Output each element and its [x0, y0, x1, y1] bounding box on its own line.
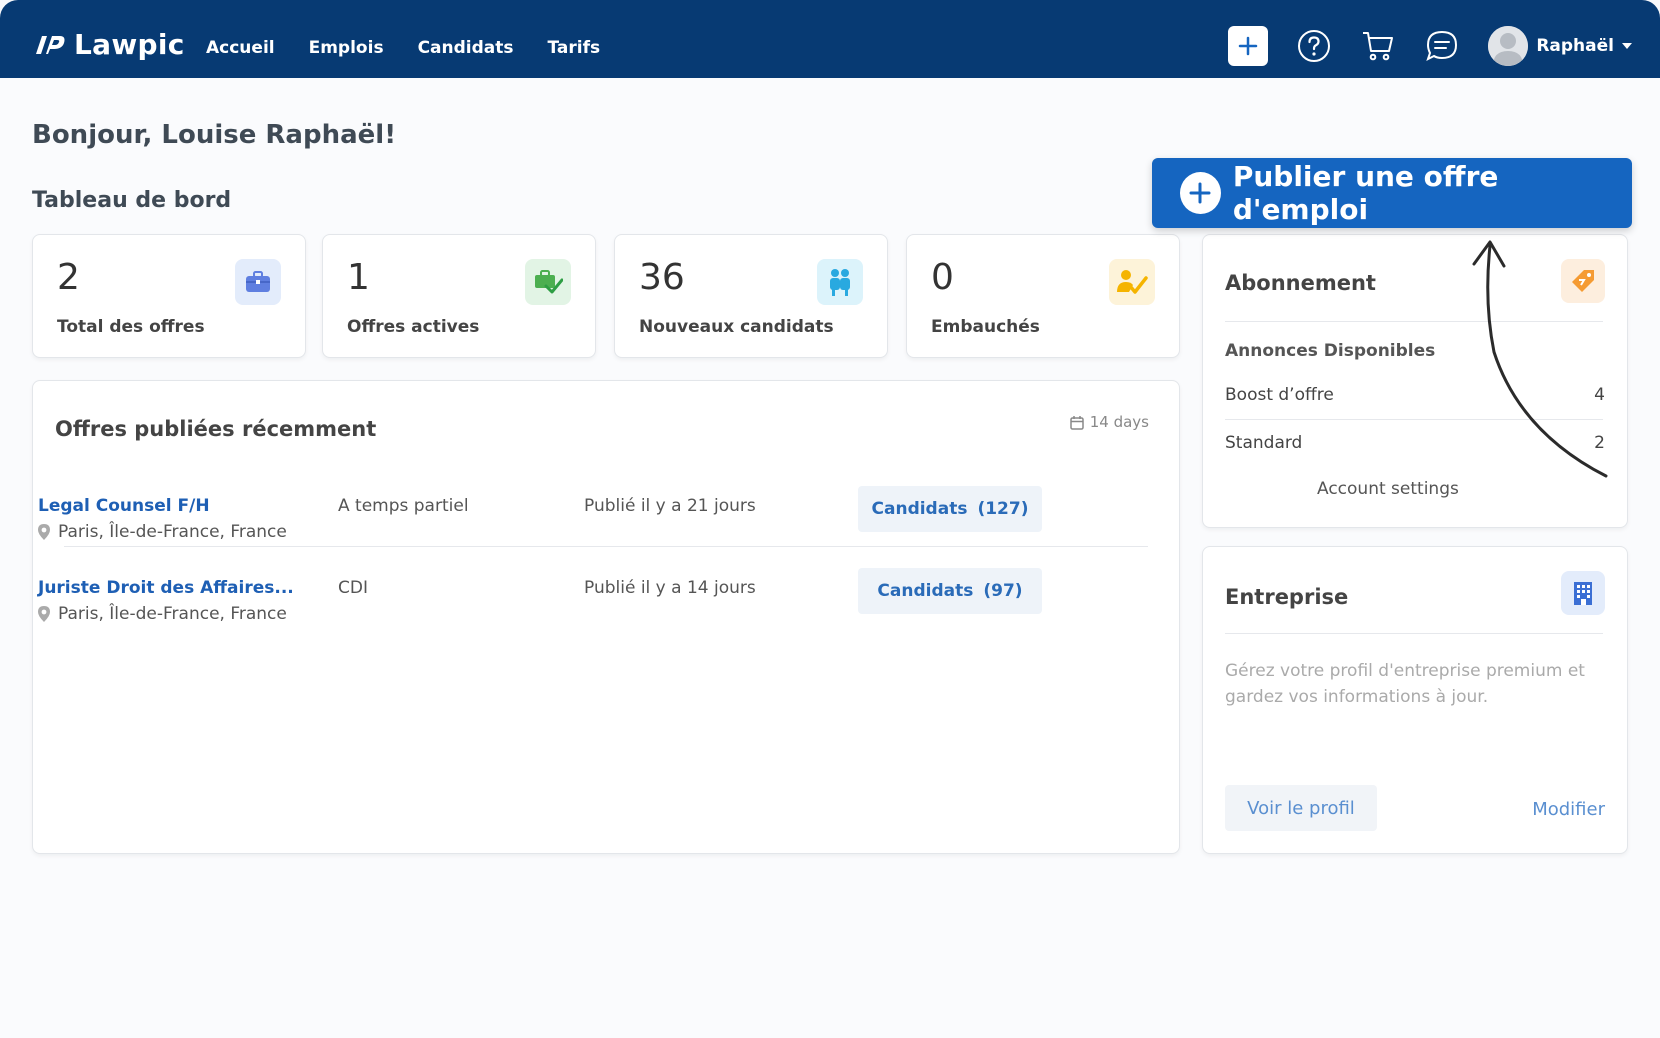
user-name: Raphaël: [1536, 36, 1614, 56]
job-location-text: Paris, Île-de-France, France: [58, 522, 287, 542]
job-title-link[interactable]: Legal Counsel F/H: [38, 496, 210, 516]
publish-job-button[interactable]: Publier une offre d'emploi: [1152, 158, 1632, 228]
period-label: 14 days: [1089, 413, 1149, 431]
company-title: Entreprise: [1225, 585, 1349, 609]
stat-card-active: 1 Offres actives: [322, 234, 596, 358]
nav-emplois[interactable]: Emplois: [309, 38, 384, 58]
messages-button[interactable]: [1424, 28, 1460, 64]
stat-value: 36: [639, 257, 685, 298]
briefcase-icon: [235, 259, 281, 305]
table-row: Legal Counsel F/H Paris, Île-de-France, …: [32, 486, 1122, 566]
user-avatar-icon: [1488, 26, 1529, 66]
stat-label: Nouveaux candidats: [639, 317, 834, 337]
briefcase-check-icon: [525, 259, 571, 305]
stat-value: 0: [931, 257, 954, 298]
candidates-label: Candidats: [877, 581, 974, 601]
job-location: Paris, Île-de-France, France: [38, 604, 287, 624]
stat-label: Embauchés: [931, 317, 1040, 337]
help-icon: [1298, 30, 1331, 62]
standard-label: Standard: [1225, 433, 1303, 453]
annotation-arrow-icon: [1472, 240, 1608, 478]
lawpic-logo-icon: [36, 35, 65, 54]
greeting: Bonjour, Louise Raphaël!: [32, 120, 397, 150]
job-type: CDI: [338, 578, 368, 598]
avatar: [1488, 26, 1529, 66]
help-button[interactable]: [1296, 28, 1332, 64]
logo[interactable]: Lawpic: [32, 28, 185, 61]
logo-text: Lawpic: [74, 28, 185, 61]
person-check-icon: [1109, 259, 1155, 305]
nav-accueil[interactable]: Accueil: [206, 38, 275, 58]
location-pin-icon: [38, 606, 50, 622]
dashboard-title: Tableau de bord: [32, 188, 232, 213]
building-icon: [1561, 571, 1605, 615]
calendar-icon: [1069, 415, 1084, 430]
candidates-button[interactable]: Candidats (127): [858, 486, 1042, 532]
company-card: Entreprise Gérez votre profil d'entrepri…: [1202, 546, 1628, 854]
nav-candidats[interactable]: Candidats: [418, 38, 514, 58]
candidates-label: Candidats: [871, 499, 968, 519]
account-settings-link[interactable]: Account settings: [1317, 479, 1459, 499]
candidates-count: (127): [977, 499, 1029, 519]
divider: [1225, 633, 1603, 634]
cart-icon: [1363, 32, 1394, 61]
create-button[interactable]: [1228, 26, 1269, 66]
subscription-title: Abonnement: [1225, 271, 1376, 295]
chat-icon: [1426, 30, 1458, 61]
job-type: A temps partiel: [338, 496, 469, 516]
stat-card-hired: 0 Embauchés: [906, 234, 1180, 358]
available-ads-heading: Annonces Disponibles: [1225, 341, 1436, 361]
edit-profile-link[interactable]: Modifier: [1532, 799, 1605, 820]
stat-label: Total des offres: [57, 317, 205, 337]
candidates-count: (97): [983, 581, 1023, 601]
plus-circle-icon: [1180, 172, 1221, 214]
nav-tarifs[interactable]: Tarifs: [548, 38, 601, 58]
stat-card-total: 2 Total des offres: [32, 234, 306, 358]
stat-value: 1: [347, 257, 370, 298]
cart-button[interactable]: [1360, 28, 1396, 64]
main-nav: Accueil Emplois Candidats Tarifs: [206, 38, 600, 58]
publish-job-label: Publier une offre d'emploi: [1232, 160, 1499, 226]
table-row: Juriste Droit des Affaires... Paris, Île…: [32, 568, 1122, 648]
boost-label: Boost d’offre: [1225, 385, 1334, 405]
company-description: Gérez votre profil d'entreprise premium …: [1225, 661, 1585, 707]
stat-card-candidates: 36 Nouveaux candidats: [614, 234, 888, 358]
people-icon: [817, 259, 863, 305]
caret-down-icon: [1622, 43, 1632, 49]
job-published: Publié il y a 21 jours: [584, 496, 756, 516]
job-location: Paris, Île-de-France, France: [38, 522, 287, 542]
period-filter[interactable]: 14 days: [1069, 413, 1149, 431]
candidates-button[interactable]: Candidats (97): [858, 568, 1042, 614]
job-title-link[interactable]: Juriste Droit des Affaires...: [38, 578, 294, 598]
top-navbar: Lawpic Accueil Emplois Candidats Tarifs: [0, 0, 1660, 78]
nav-actions: Raphaël: [1228, 26, 1632, 66]
user-menu[interactable]: Raphaël: [1488, 26, 1632, 66]
stat-value: 2: [57, 257, 80, 298]
view-profile-button[interactable]: Voir le profil: [1225, 785, 1377, 831]
row-divider: [64, 546, 1148, 547]
location-pin-icon: [38, 524, 50, 540]
job-location-text: Paris, Île-de-France, France: [58, 604, 287, 624]
stat-label: Offres actives: [347, 317, 480, 337]
plus-icon: [1239, 36, 1258, 56]
recent-jobs-title: Offres publiées récemment: [55, 417, 377, 441]
job-published: Publié il y a 14 jours: [584, 578, 756, 598]
